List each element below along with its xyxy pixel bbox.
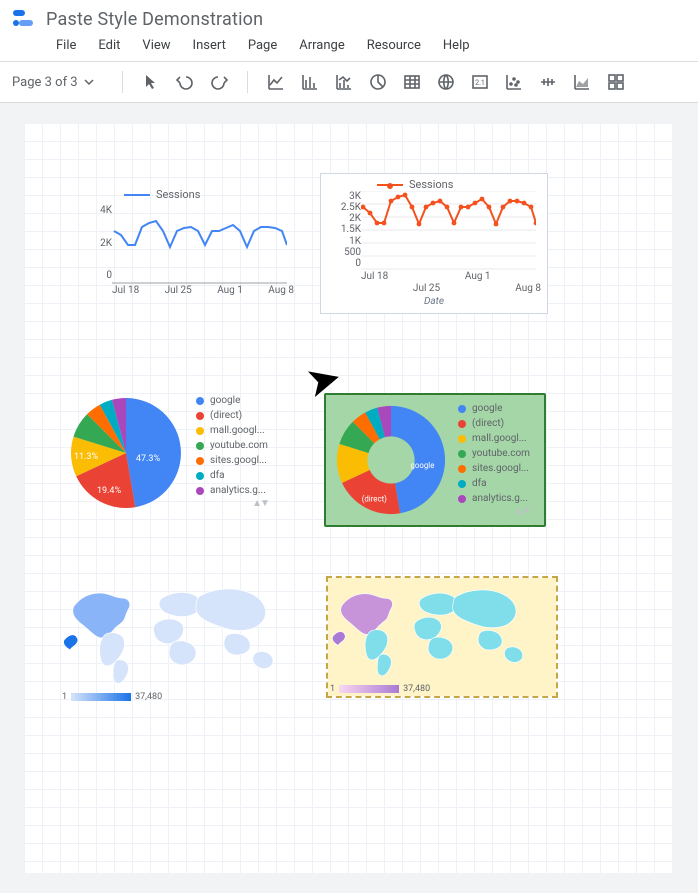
line-plot	[112, 201, 287, 285]
scatter-chart-icon[interactable]	[500, 68, 528, 96]
pie-chart-icon[interactable]	[364, 68, 392, 96]
xtick: Jul 25	[165, 285, 192, 296]
legend-swatch-icon	[124, 194, 150, 196]
ytick: 1K	[327, 236, 361, 247]
line-plot	[361, 191, 536, 271]
x-axis-label: Date	[327, 296, 541, 307]
combo-chart-icon[interactable]	[330, 68, 358, 96]
menu-file[interactable]: File	[56, 38, 76, 53]
legend-label: Sessions	[409, 178, 453, 191]
scale-max: 37,480	[135, 692, 162, 702]
xtick: Aug 8	[268, 285, 294, 296]
doc-title[interactable]: Paste Style Demonstration	[46, 9, 263, 30]
scale-min: 1	[330, 684, 335, 694]
area-chart-icon[interactable]	[568, 68, 596, 96]
xtick: Aug 1	[217, 285, 243, 296]
app-header: Paste Style Demonstration File Edit View…	[0, 0, 698, 61]
svg-text:11.3%: 11.3%	[74, 452, 99, 462]
menu-view[interactable]: View	[142, 38, 170, 53]
toolbar-separator	[122, 71, 123, 93]
ytick: 2K	[84, 238, 112, 249]
bullet-chart-icon[interactable]	[534, 68, 562, 96]
ytick: 0	[84, 270, 112, 281]
ytick: 500	[327, 247, 361, 258]
pivot-table-icon[interactable]	[602, 68, 630, 96]
app-logo-icon	[10, 6, 36, 32]
legend-label: Sessions	[156, 188, 200, 201]
ytick: 3K	[327, 191, 361, 202]
xtick: Jul 18	[112, 285, 139, 296]
legend-pager-icon[interactable]: ▲▼	[196, 498, 268, 509]
menu-help[interactable]: Help	[443, 38, 470, 53]
svg-text:google: google	[411, 461, 435, 470]
chart-pie-traffic-right[interactable]: google (direct) google (direct) mall.goo…	[324, 393, 546, 527]
scale-max: 37,480	[403, 684, 430, 694]
undo-icon[interactable]	[171, 68, 199, 96]
geo-chart-icon[interactable]	[432, 68, 460, 96]
bar-chart-icon[interactable]	[296, 68, 324, 96]
color-scale: 1 37,480	[62, 692, 302, 702]
xtick: Aug 8	[515, 283, 541, 294]
toolbar: Page 3 of 3 2.1	[0, 61, 698, 103]
svg-text:47.3%: 47.3%	[136, 454, 161, 464]
canvas-stage[interactable]: Sessions 4K 2K 0 Jul 18 Jul 25 Aug 1 Aug…	[0, 103, 698, 893]
legend-pager-icon[interactable]: ▲▼	[458, 506, 530, 517]
page-selector[interactable]: Page 3 of 3	[12, 75, 100, 90]
chart-geo-map-left[interactable]: 1 37,480	[62, 578, 302, 702]
menu-resource[interactable]: Resource	[367, 38, 421, 53]
ytick: 4K	[84, 205, 112, 216]
toolbar-separator	[247, 71, 248, 93]
redo-icon[interactable]	[205, 68, 233, 96]
world-map	[62, 578, 302, 688]
pie-plot: 47.3% 19.4% 11.3%	[66, 393, 186, 513]
ytick: 2.5K	[327, 202, 361, 213]
menu-page[interactable]: Page	[248, 38, 277, 53]
chart-line-sessions-left[interactable]: Sessions 4K 2K 0 Jul 18 Jul 25 Aug 1 Aug…	[84, 188, 294, 296]
ytick: 1.5K	[327, 224, 361, 235]
selection-tool-icon[interactable]	[137, 68, 165, 96]
scorecard-icon[interactable]: 2.1	[466, 68, 494, 96]
ytick: 0	[327, 258, 361, 269]
pie-legend: google (direct) mall.googl... youtube.co…	[458, 401, 530, 506]
donut-plot: google (direct)	[332, 401, 450, 519]
xtick: Jul 18	[361, 271, 388, 282]
table-chart-icon[interactable]	[398, 68, 426, 96]
xtick: Aug 1	[465, 271, 491, 282]
chart-pie-traffic-left[interactable]: 47.3% 19.4% 11.3% google (direct) mall.g…	[66, 393, 316, 513]
xtick: Jul 25	[413, 283, 440, 294]
chart-geo-map-right[interactable]: 1 37,480	[328, 578, 556, 696]
chevron-down-icon	[84, 77, 94, 87]
scale-min: 1	[62, 692, 67, 702]
world-map	[330, 580, 550, 680]
line-chart-icon[interactable]	[262, 68, 290, 96]
color-scale: 1 37,480	[330, 684, 554, 694]
chart-line-sessions-right[interactable]: Sessions 3K 2.5K 2K 1.5K 1K 500 0	[320, 173, 548, 314]
report-page[interactable]: Sessions 4K 2K 0 Jul 18 Jul 25 Aug 1 Aug…	[24, 123, 672, 873]
pie-legend: google (direct) mall.googl... youtube.co…	[196, 393, 268, 498]
menu-edit[interactable]: Edit	[98, 38, 120, 53]
svg-text:(direct): (direct)	[362, 494, 387, 503]
page-selector-label: Page 3 of 3	[12, 75, 78, 90]
svg-text:2.1: 2.1	[475, 79, 485, 87]
menu-arrange[interactable]: Arrange	[299, 38, 344, 53]
menu-insert[interactable]: Insert	[193, 38, 226, 53]
ytick: 2K	[327, 213, 361, 224]
menu-bar: File Edit View Insert Page Arrange Resou…	[10, 32, 688, 61]
svg-text:19.4%: 19.4%	[97, 486, 122, 496]
legend-swatch-icon	[377, 184, 403, 186]
